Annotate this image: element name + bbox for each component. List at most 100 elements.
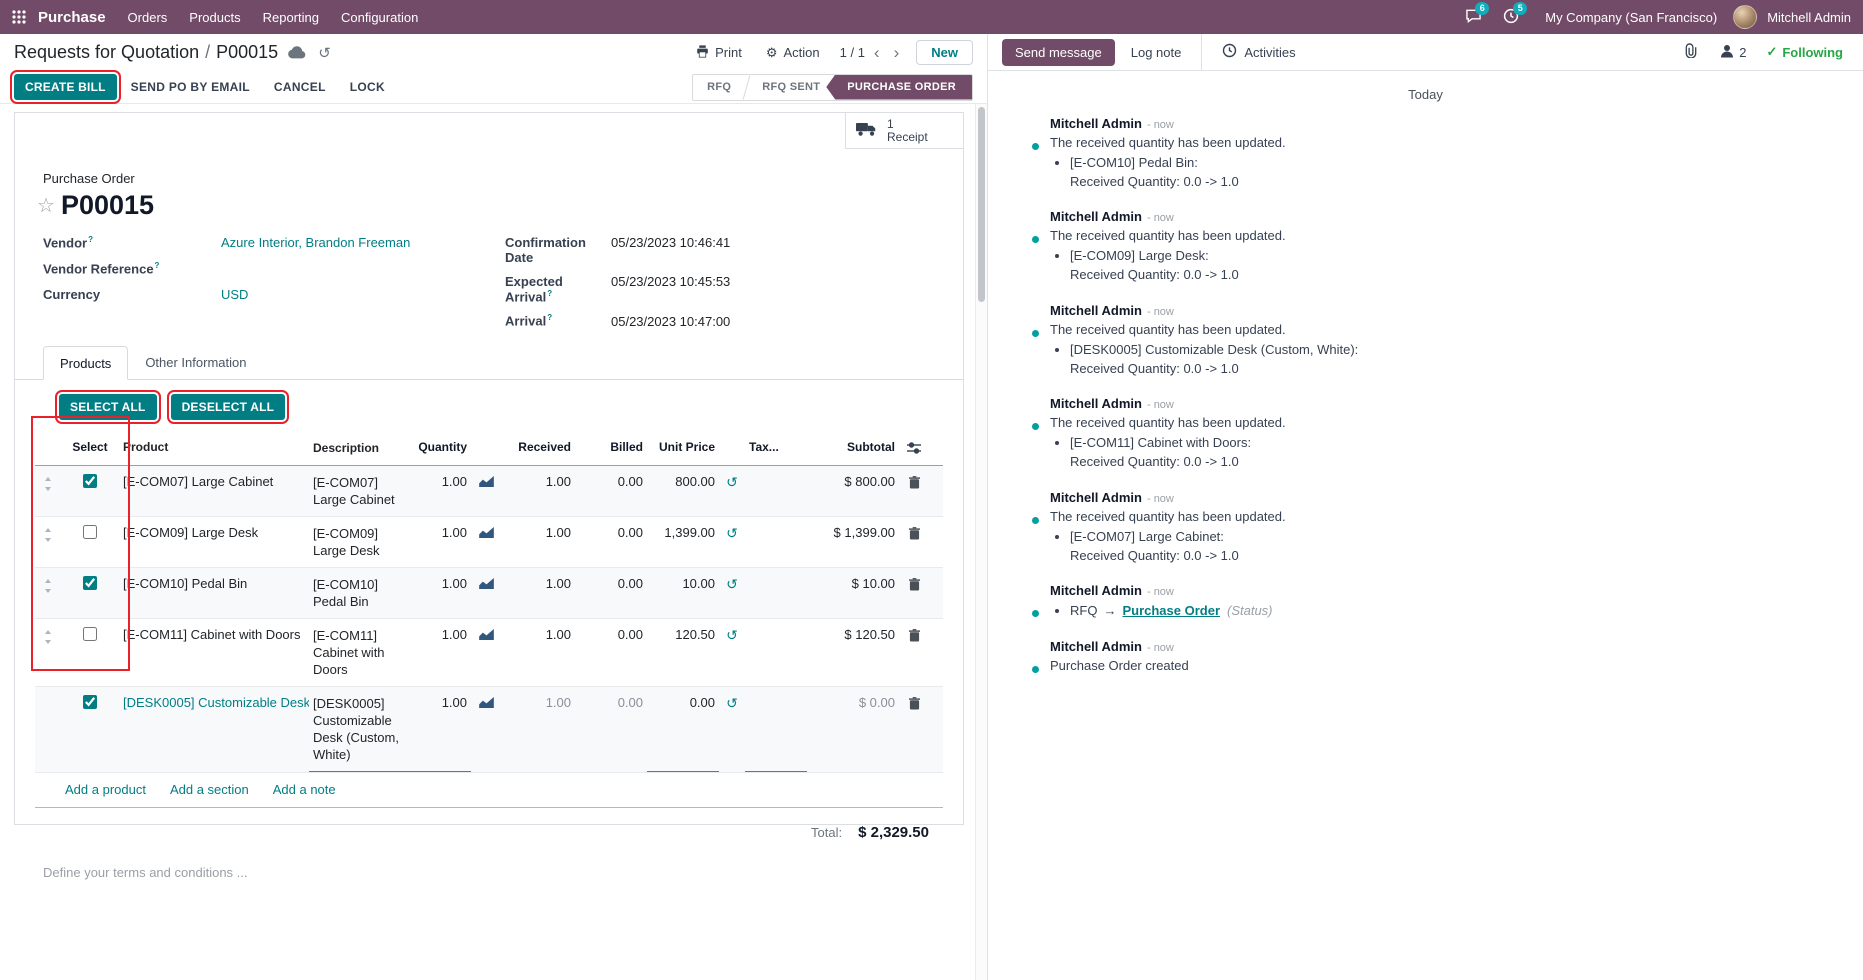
new-button[interactable]: New (916, 40, 973, 65)
product-cell[interactable]: [E-COM10] Pedal Bin (119, 568, 309, 618)
create-bill-button[interactable]: CREATE BILL (14, 74, 117, 100)
price-history-icon[interactable]: ↺ (719, 619, 745, 686)
unit-price-cell[interactable]: 0.00 (647, 687, 719, 772)
tab-other-information[interactable]: Other Information (128, 346, 263, 379)
description-cell[interactable]: [E-COM10] Pedal Bin (309, 568, 413, 618)
col-billed[interactable]: Billed (575, 432, 647, 465)
schedule-activity-button[interactable]: Activities (1210, 37, 1307, 67)
navbar-activities-button[interactable]: 5 (1497, 5, 1525, 29)
select-all-button[interactable]: SELECT ALL (59, 394, 157, 420)
pager-next-icon[interactable]: › (889, 44, 905, 61)
line-select-checkbox[interactable] (83, 576, 97, 590)
add-a-section-link[interactable]: Add a section (170, 782, 249, 797)
line-select-checkbox[interactable] (83, 474, 97, 488)
line-select-checkbox[interactable] (83, 627, 97, 641)
receipt-stat-button[interactable]: 1 Receipt (845, 113, 963, 149)
price-history-icon[interactable]: ↺ (719, 517, 745, 567)
tax-cell[interactable] (745, 619, 807, 686)
delete-line-icon[interactable] (899, 687, 929, 772)
arrival-value[interactable]: 05/23/2023 10:47:00 (611, 314, 730, 329)
terms-and-conditions-field[interactable]: Define your terms and conditions ... (43, 865, 963, 880)
attachments-button[interactable] (1676, 43, 1706, 61)
save-cloud-icon[interactable] (286, 46, 308, 59)
breadcrumb-parent-link[interactable]: Requests for Quotation (14, 42, 199, 63)
col-unit-price[interactable]: Unit Price (647, 432, 719, 465)
menu-configuration[interactable]: Configuration (331, 3, 428, 32)
quantity-cell[interactable]: 1.00 (413, 687, 471, 772)
quantity-cell[interactable]: 1.00 (413, 466, 471, 516)
col-tax[interactable]: Tax... (745, 432, 807, 465)
drag-handle[interactable] (35, 568, 61, 618)
user-avatar[interactable] (1733, 5, 1757, 29)
followers-button[interactable]: 2 (1710, 44, 1756, 61)
add-a-product-link[interactable]: Add a product (65, 782, 146, 797)
quantity-cell[interactable]: 1.00 (413, 517, 471, 567)
forecast-chart-icon[interactable] (471, 466, 501, 516)
col-select[interactable]: Select (61, 432, 119, 465)
quantity-cell[interactable]: 1.00 (413, 568, 471, 618)
price-history-icon[interactable]: ↺ (719, 568, 745, 618)
currency-value[interactable]: USD (221, 287, 248, 302)
forecast-chart-icon[interactable] (471, 687, 501, 772)
price-history-icon[interactable]: ↺ (719, 466, 745, 516)
confirmation-date-value[interactable]: 05/23/2023 10:46:41 (611, 235, 730, 250)
order-line-row[interactable]: [E-COM07] Large Cabinet [E-COM07] Large … (35, 466, 943, 517)
lock-button[interactable]: LOCK (340, 74, 395, 100)
order-line-row[interactable]: [E-COM09] Large Desk [E-COM09] Large Des… (35, 517, 943, 568)
apps-grid-icon[interactable] (8, 6, 30, 28)
description-cell[interactable]: [E-COM07] Large Cabinet (309, 466, 413, 516)
description-cell[interactable]: [E-COM11] Cabinet with Doors (309, 619, 413, 686)
product-cell[interactable]: [E-COM11] Cabinet with Doors (119, 619, 309, 686)
send-message-button[interactable]: Send message (1002, 39, 1115, 66)
forecast-chart-icon[interactable] (471, 619, 501, 686)
drag-handle[interactable] (35, 466, 61, 516)
navbar-messages-button[interactable]: 6 (1459, 5, 1487, 29)
col-product[interactable]: Product (119, 432, 309, 465)
col-description[interactable]: Description (309, 432, 413, 465)
log-note-button[interactable]: Log note (1119, 39, 1194, 66)
pager-previous-icon[interactable]: ‹ (869, 44, 885, 61)
order-line-row[interactable]: [E-COM10] Pedal Bin [E-COM10] Pedal Bin … (35, 568, 943, 619)
optional-columns-icon[interactable] (899, 432, 929, 465)
tab-products[interactable]: Products (43, 346, 128, 380)
forecast-chart-icon[interactable] (471, 517, 501, 567)
add-a-note-link[interactable]: Add a note (273, 782, 336, 797)
menu-products[interactable]: Products (179, 3, 250, 32)
unit-price-cell[interactable]: 120.50 (647, 619, 719, 686)
vendor-value[interactable]: Azure Interior, Brandon Freeman (221, 235, 410, 250)
price-history-icon[interactable]: ↺ (719, 687, 745, 772)
deselect-all-button[interactable]: DESELECT ALL (171, 394, 286, 420)
unit-price-cell[interactable]: 10.00 (647, 568, 719, 618)
forecast-chart-icon[interactable] (471, 568, 501, 618)
status-step-rfq-sent[interactable]: RFQ SENT (748, 75, 834, 100)
company-switcher[interactable]: My Company (San Francisco) (1545, 10, 1717, 25)
description-cell[interactable]: [DESK0005] Customizable Desk (Custom, Wh… (309, 687, 413, 772)
line-select-checkbox[interactable] (83, 695, 97, 709)
unit-price-cell[interactable]: 1,399.00 (647, 517, 719, 567)
tracking-new-value-link[interactable]: Purchase Order (1122, 603, 1220, 618)
app-name[interactable]: Purchase (38, 9, 106, 26)
quantity-cell[interactable]: 1.00 (413, 619, 471, 686)
product-cell[interactable]: [DESK0005] Customizable Desk (Custom, (119, 687, 309, 772)
print-button[interactable]: Print (688, 40, 750, 66)
drag-handle[interactable] (35, 517, 61, 567)
col-quantity[interactable]: Quantity (413, 432, 471, 465)
menu-orders[interactable]: Orders (118, 3, 178, 32)
status-step-purchase-order[interactable]: PURCHASE ORDER (826, 75, 972, 100)
product-cell[interactable]: [E-COM09] Large Desk (119, 517, 309, 567)
tax-cell[interactable] (745, 568, 807, 618)
col-received[interactable]: Received (501, 432, 575, 465)
product-cell[interactable]: [E-COM07] Large Cabinet (119, 466, 309, 516)
delete-line-icon[interactable] (899, 568, 929, 618)
scrollbar-thumb[interactable] (978, 107, 985, 302)
user-name[interactable]: Mitchell Admin (1767, 10, 1851, 25)
delete-line-icon[interactable] (899, 619, 929, 686)
description-cell[interactable]: [E-COM09] Large Desk (309, 517, 413, 567)
line-select-checkbox[interactable] (83, 525, 97, 539)
tax-cell[interactable] (745, 517, 807, 567)
following-button[interactable]: ✓ Following (1760, 44, 1849, 60)
order-line-row[interactable]: [E-COM11] Cabinet with Doors [E-COM11] C… (35, 619, 943, 687)
favorite-star-icon[interactable]: ☆ (37, 193, 55, 218)
discard-icon[interactable]: ↺ (316, 44, 333, 62)
tax-cell[interactable] (745, 687, 807, 772)
